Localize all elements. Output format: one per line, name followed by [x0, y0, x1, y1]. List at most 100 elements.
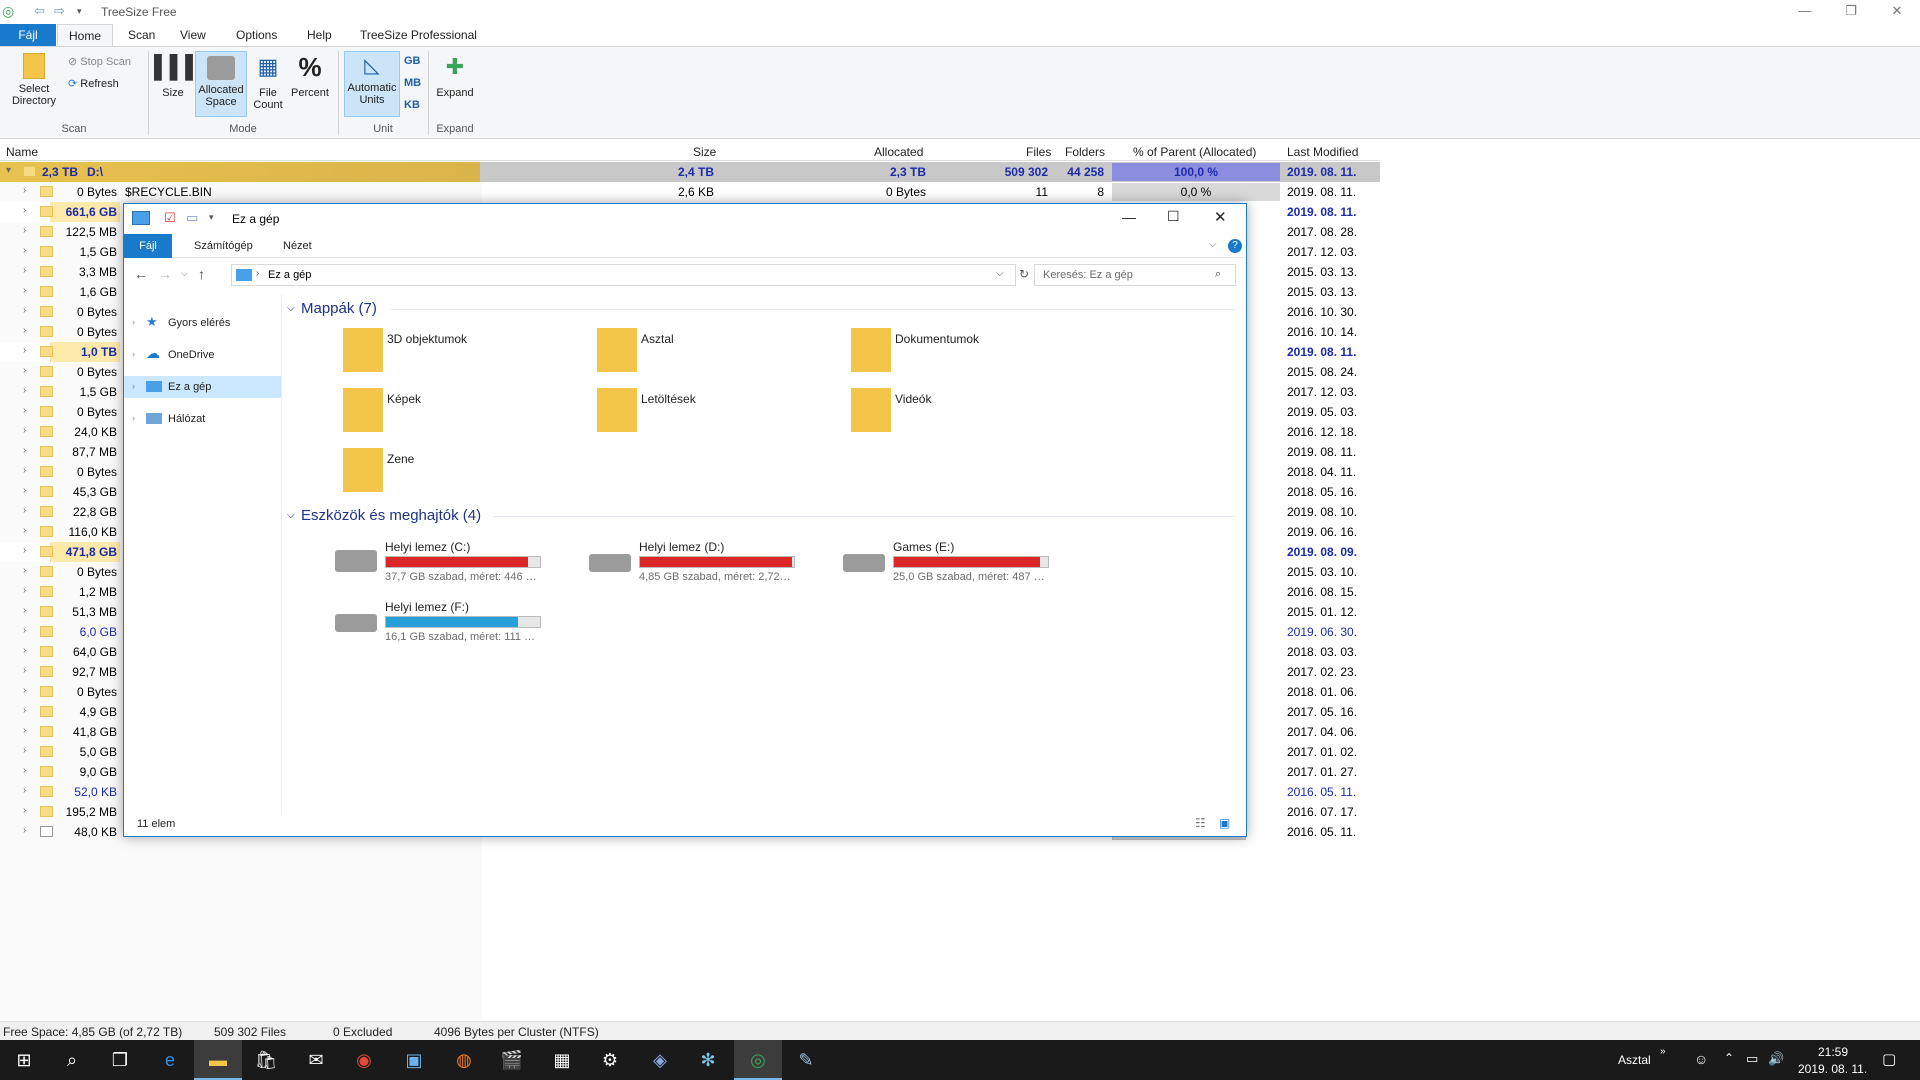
collapse-icon[interactable]: ⌵	[287, 510, 295, 521]
app-diamond-icon[interactable]: ◈	[636, 1040, 684, 1080]
chevron-double-icon[interactable]: »	[1660, 1046, 1666, 1057]
tab-view[interactable]: Nézet	[270, 234, 325, 258]
notifications-icon[interactable]: ▢	[1882, 1050, 1896, 1068]
forward-arrow-icon[interactable]: ⇨	[54, 3, 65, 19]
volume-icon[interactable]: 🔊	[1768, 1051, 1784, 1067]
percent-button[interactable]: % Percent	[289, 53, 331, 113]
start-icon[interactable]: ⊞	[0, 1040, 48, 1080]
help-icon[interactable]: ?	[1228, 239, 1242, 253]
expand-icon[interactable]: ›	[23, 345, 26, 356]
select-directory-button[interactable]: Select Directory	[5, 53, 63, 113]
expand-icon[interactable]: ›	[23, 625, 26, 636]
allocated-space-button[interactable]: Allocated Space	[195, 51, 247, 117]
refresh-icon[interactable]: ↻	[1019, 267, 1029, 281]
chevron-down-icon[interactable]: ⌵	[1209, 239, 1217, 250]
chevron-right-icon[interactable]: ›	[132, 349, 135, 359]
drive-item[interactable]: Helyi lemez (C:) 37,7 GB szabad, méret: …	[335, 540, 575, 588]
new-folder-icon[interactable]: ▭	[186, 210, 198, 226]
qat-dropdown-icon[interactable]: ▾	[77, 6, 82, 17]
expand-icon[interactable]: ›	[23, 385, 26, 396]
nav-item-this-pc[interactable]: › Ez a gép	[124, 376, 281, 398]
tab-scan[interactable]: Scan	[118, 24, 165, 46]
column-pct[interactable]: % of Parent (Allocated)	[1133, 145, 1256, 159]
restore-button[interactable]: ❐	[1828, 0, 1874, 24]
expand-icon[interactable]: ›	[23, 645, 26, 656]
expand-icon[interactable]: ›	[23, 685, 26, 696]
stop-scan-button[interactable]: ⊘ Stop Scan	[68, 55, 131, 68]
chrome-icon[interactable]: ◉	[340, 1040, 388, 1080]
expand-icon[interactable]: ›	[23, 505, 26, 516]
kb-unit-button[interactable]: KB	[404, 99, 420, 111]
expand-icon[interactable]: ›	[23, 585, 26, 596]
tab-options[interactable]: Options	[226, 24, 287, 46]
expand-icon[interactable]: ›	[23, 305, 26, 316]
expand-icon[interactable]: ›	[23, 205, 26, 216]
close-button[interactable]: ✕	[1874, 0, 1920, 24]
nav-item-quick-access[interactable]: › ★ Gyors elérés	[124, 312, 281, 334]
steam-icon[interactable]: ⚙	[586, 1040, 634, 1080]
expand-icon[interactable]: ›	[23, 485, 26, 496]
app-molecule-icon[interactable]: ✻	[684, 1040, 732, 1080]
chevron-right-icon[interactable]: ›	[132, 381, 135, 391]
refresh-button[interactable]: ⟳ Refresh	[68, 77, 119, 90]
expand-icon[interactable]: ›	[23, 365, 26, 376]
chevron-up-icon[interactable]: ⌃	[1724, 1051, 1734, 1065]
media-icon[interactable]: 🎬	[488, 1040, 536, 1080]
folder-item[interactable]: Dokumentumok	[851, 328, 1091, 372]
tab-view[interactable]: View	[170, 24, 216, 46]
tab-file[interactable]: Fájl	[124, 234, 172, 258]
expand-icon[interactable]: ›	[23, 725, 26, 736]
expand-icon[interactable]: ›	[23, 465, 26, 476]
close-button[interactable]: ✕	[1214, 208, 1227, 226]
expand-icon[interactable]: ›	[23, 805, 26, 816]
expand-icon[interactable]: ›	[23, 705, 26, 716]
forward-arrow-icon[interactable]: →	[158, 266, 172, 282]
gb-unit-button[interactable]: GB	[404, 55, 421, 67]
column-last-modified[interactable]: Last Modified	[1287, 145, 1358, 159]
file-explorer-icon[interactable]: ▬	[194, 1040, 242, 1080]
remote-desktop-icon[interactable]: ▣	[390, 1040, 438, 1080]
search-input[interactable]: Keresés: Ez a gép ⌕	[1034, 264, 1236, 286]
minimize-button[interactable]: —	[1122, 209, 1136, 225]
devices-header[interactable]: Eszközök és meghajtók (4)	[301, 507, 481, 524]
chevron-right-icon[interactable]: ›	[132, 317, 135, 327]
expand-icon[interactable]: ›	[23, 665, 26, 676]
expand-icon[interactable]: ›	[23, 825, 26, 836]
address-bar[interactable]: › Ez a gép ⌵	[231, 264, 1016, 286]
network-icon[interactable]: ▭	[1746, 1051, 1758, 1067]
tab-treesize-professional[interactable]: TreeSize Professional	[350, 24, 487, 46]
folders-header[interactable]: Mappák (7)	[301, 300, 377, 317]
firefox-icon[interactable]: ◍	[440, 1040, 488, 1080]
search-icon[interactable]: ⌕	[48, 1040, 96, 1080]
clock-time[interactable]: 21:59	[1818, 1045, 1848, 1059]
expand-icon[interactable]: ›	[23, 605, 26, 616]
collapse-icon[interactable]: ⌵	[287, 303, 295, 314]
expand-icon[interactable]: ›	[23, 545, 26, 556]
tab-home[interactable]: Home	[57, 24, 113, 46]
properties-icon[interactable]: ☑	[164, 210, 176, 226]
expand-icon[interactable]: ›	[23, 225, 26, 236]
mb-unit-button[interactable]: MB	[404, 77, 421, 89]
mail-icon[interactable]: ✉	[292, 1040, 340, 1080]
column-size[interactable]: Size	[693, 145, 716, 159]
folder-item[interactable]: 3D objektumok	[343, 328, 583, 372]
expand-icon[interactable]: ›	[23, 785, 26, 796]
back-arrow-icon[interactable]: ⇦	[34, 3, 45, 19]
nav-item-onedrive[interactable]: › ☁ OneDrive	[124, 344, 281, 366]
expand-icon[interactable]: ›	[23, 265, 26, 276]
up-arrow-icon[interactable]: ↑	[198, 266, 205, 282]
expand-icon[interactable]: ›	[23, 405, 26, 416]
minimize-button[interactable]: —	[1782, 0, 1828, 24]
collapse-icon[interactable]: ▾	[6, 165, 11, 176]
tiles-view-icon[interactable]: ▣	[1219, 816, 1230, 830]
desktop-toolbar-label[interactable]: Asztal	[1618, 1053, 1651, 1067]
column-folders[interactable]: Folders	[1065, 145, 1105, 159]
expand-icon[interactable]: ›	[23, 565, 26, 576]
expand-button[interactable]: ✚ Expand	[432, 53, 478, 113]
chevron-down-icon[interactable]: ⌵	[996, 268, 1004, 279]
expand-icon[interactable]: ›	[23, 325, 26, 336]
edge-icon[interactable]: e	[146, 1040, 194, 1080]
app-wrench-icon[interactable]: ✎	[782, 1040, 830, 1080]
tab-help[interactable]: Help	[297, 24, 342, 46]
expand-icon[interactable]: ›	[23, 445, 26, 456]
